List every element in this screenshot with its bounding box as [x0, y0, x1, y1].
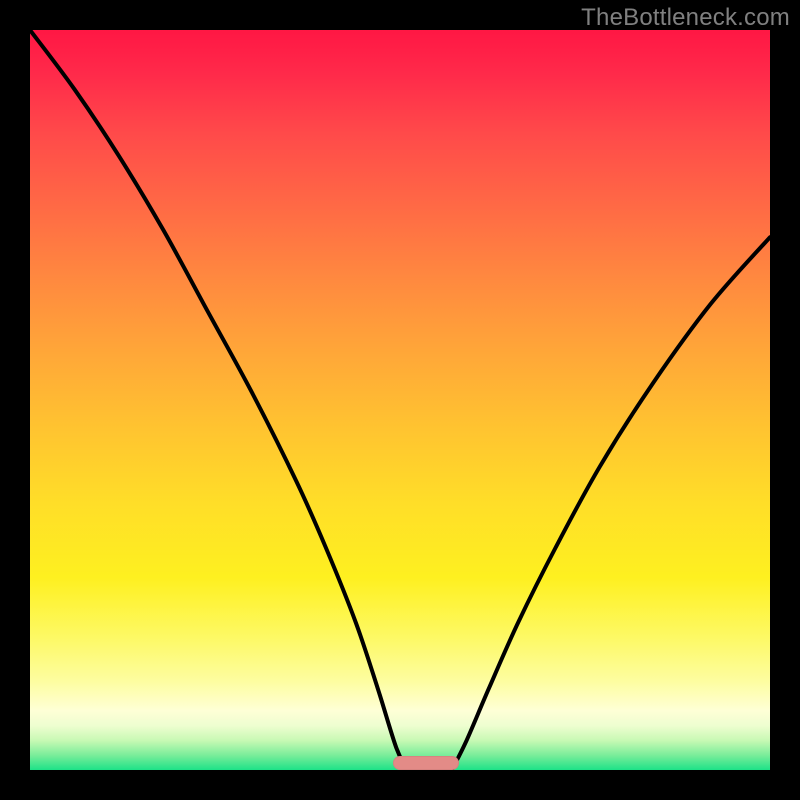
bottleneck-curve — [30, 30, 770, 770]
curve-right-branch — [452, 237, 770, 770]
watermark-text: TheBottleneck.com — [581, 4, 790, 32]
curve-left-branch — [30, 30, 407, 770]
plot-area — [30, 30, 770, 770]
sweet-spot-marker — [393, 756, 460, 770]
chart-frame: TheBottleneck.com — [0, 0, 800, 800]
